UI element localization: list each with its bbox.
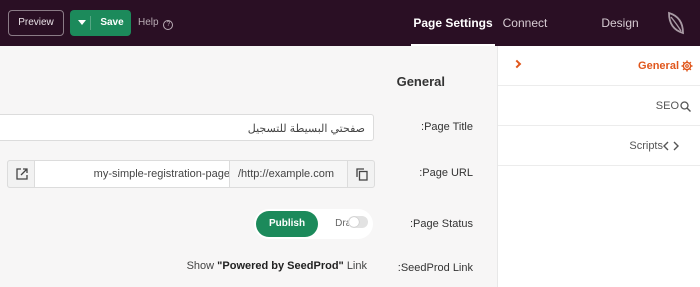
seedprod-link-label: :SeedProd Link — [397, 262, 473, 274]
seedprod-link-toggle[interactable] — [348, 216, 368, 228]
url-prefix: /http://example.com — [238, 168, 334, 180]
publish-option[interactable]: Publish — [256, 211, 318, 237]
tab-page-settings[interactable]: Page Settings — [411, 0, 495, 46]
question-circle-icon: ? — [163, 20, 174, 30]
page-title-label: :Page Title — [421, 121, 473, 133]
settings-sidebar: General SEO Scripts — [497, 46, 700, 287]
page-url-field: my-simple-registration-page /http://exam… — [7, 160, 375, 188]
sidebar-item-label: General — [638, 60, 679, 72]
page-title-input[interactable]: صفحتي البسيطة للتسجيل — [0, 114, 374, 141]
page-title-value: صفحتي البسيطة للتسجيل — [247, 123, 365, 135]
save-divider — [90, 16, 91, 30]
code-icon — [663, 141, 679, 151]
sidebar-item-label: Scripts — [629, 140, 663, 152]
save-label: Save — [100, 17, 124, 28]
link-word: Link — [346, 260, 367, 272]
toggle-knob — [349, 217, 359, 227]
seedprod-link-text: Show "Powered by SeedProd" Link — [187, 260, 367, 272]
sidebar-item-seo[interactable]: SEO — [498, 86, 700, 126]
page-status-label: :Page Status — [410, 218, 473, 230]
copy-url-button[interactable] — [347, 160, 375, 188]
sidebar-item-scripts[interactable]: Scripts — [498, 126, 700, 166]
settings-panel: General :Page Title صفحتي البسيطة للتسجي… — [0, 46, 497, 287]
copy-icon — [356, 168, 368, 181]
save-button[interactable]: Save — [70, 10, 131, 36]
url-slug-input[interactable]: my-simple-registration-page — [94, 168, 230, 180]
seedprod-logo-icon — [668, 11, 684, 35]
help-link[interactable]: Help ? — [138, 17, 174, 30]
open-url-button[interactable] — [7, 160, 35, 188]
chevron-down-icon[interactable] — [78, 20, 86, 25]
top-toolbar: Preview Save Help ? Page Settings Connec… — [0, 0, 700, 46]
chevron-right-icon — [512, 59, 522, 69]
page-url-label: :Page URL — [419, 167, 473, 179]
gear-icon — [681, 60, 693, 72]
sidebar-item-general[interactable]: General — [498, 46, 700, 86]
external-link-icon — [16, 168, 28, 180]
tab-design[interactable]: Design — [590, 0, 650, 46]
preview-button[interactable]: Preview — [8, 10, 64, 36]
sidebar-item-label: SEO — [655, 100, 679, 112]
show-word: Show — [186, 260, 215, 272]
magnifier-icon — [680, 101, 691, 112]
url-prefix-box: /http://example.com — [229, 161, 348, 187]
powered-by-text: "Powered by SeedProd" — [217, 260, 344, 272]
tab-connect[interactable]: Connect — [495, 0, 555, 46]
help-label: Help — [138, 17, 159, 28]
section-title: General — [396, 74, 445, 89]
